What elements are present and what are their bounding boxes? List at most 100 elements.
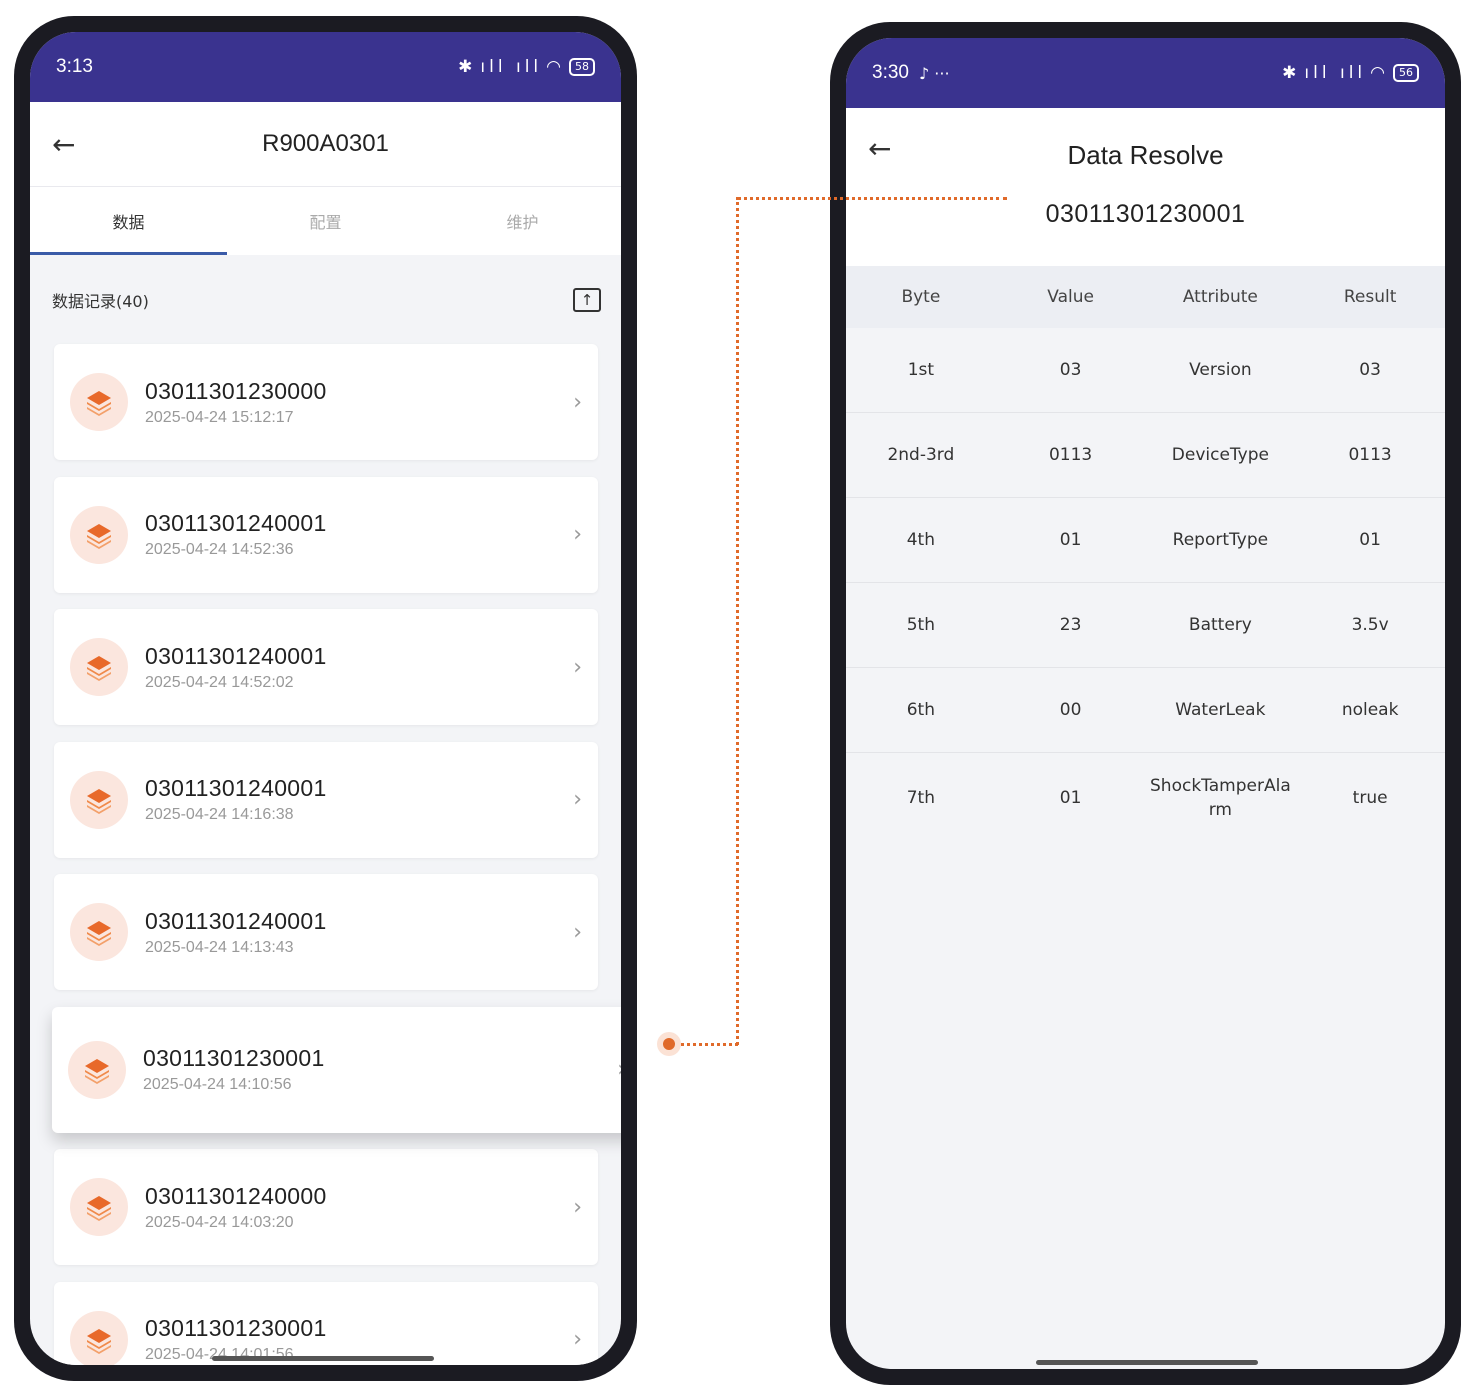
record-date: 2025-04-24 14:52:36 [145,541,294,558]
tab-maintenance[interactable]: 维护 [424,187,621,255]
home-indicator [212,1356,434,1361]
right-screen: 3:30 ♪ ··· ✱ ıll ıll ◠ 56 ← Data Resolve… [846,38,1445,1369]
table-row: 7th 01 ShockTamperAlarm true [846,753,1445,843]
record-date: 2025-04-24 14:10:56 [143,1076,292,1093]
layers-icon [70,1178,128,1236]
record-date: 2025-04-24 14:03:20 [145,1213,294,1231]
status-time: 3:13 [56,56,93,77]
table-row: 4th 01 ReportType 01 [846,498,1445,583]
list-item-text: 03011301230001 2025-04-24 14:10:56 [143,1045,325,1094]
cell-byte: 6th [906,700,935,720]
battery-icon: 56 [1393,64,1419,82]
cell-attribute: ReportType [1172,530,1269,550]
bluetooth-icon: ✱ [458,57,477,77]
page-title: R900A0301 [262,130,389,157]
record-id: 03011301240001 [145,775,327,801]
record-date: 2025-04-24 15:12:17 [145,408,294,426]
status-bar: 3:30 ♪ ··· ✱ ıll ıll ◠ 56 [846,38,1445,108]
cell-byte: 4th [906,530,935,550]
cell-result: 0113 [1348,445,1392,465]
battery-icon: 58 [569,58,595,76]
connector-line [736,197,739,1045]
resolve-table: Byte Value Attribute Result 1st 03 Version… [846,266,1445,843]
table-header: Byte Value Attribute Result [846,266,1445,328]
table-row: 5th 23 Battery 3.5v [846,583,1445,668]
layers-icon [70,373,128,431]
bluetooth-icon: ✱ [1282,63,1301,83]
cell-byte: 2nd-3rd [887,445,955,465]
chevron-right-icon: › [573,389,582,415]
cell-result: 03 [1359,360,1381,380]
status-icons: ✱ ıll ıll ◠ 56 [1282,63,1419,83]
record-id: 03011301230001 [1045,200,1246,228]
list-item-text: 03011301240000 2025-04-24 14:03:20 [145,1183,327,1232]
list-item[interactable]: 03011301230000 2025-04-24 15:12:17 › [54,344,598,460]
record-id: 03011301230001 [143,1045,325,1071]
cell-value: 01 [1059,530,1082,550]
list-item-text: 03011301240001 2025-04-24 14:16:38 [145,775,327,824]
chevron-right-icon: › [573,1327,582,1352]
connector-line [737,197,1007,200]
wifi-icon: ◠ [546,57,565,77]
record-list: 03011301230000 2025-04-24 15:12:17 › 030113… [52,344,621,1365]
record-date: 2025-04-24 14:16:38 [145,806,294,823]
cell-result: 01 [1359,530,1381,550]
list-item[interactable]: 03011301240000 2025-04-24 14:03:20 › [54,1149,598,1265]
col-attribute: Attribute [1182,287,1258,307]
cell-attribute: ShockTamperAlarm [1150,776,1291,820]
cell-attribute: Version [1189,360,1252,380]
list-item[interactable]: 03011301230001 2025-04-24 14:10:56 › [52,1006,621,1133]
record-date: 2025-04-24 14:01:56 [145,1346,294,1363]
cell-byte: 5th [906,615,935,635]
layers-icon [70,505,128,564]
tiktok-icon: ♪ ··· [918,63,950,83]
right-phone: 3:30 ♪ ··· ✱ ıll ıll ◠ 56 ← Data Resolve… [830,22,1461,1385]
cell-result: true [1352,788,1388,808]
chevron-right-icon: › [573,654,582,680]
list-item-text: 03011301240001 2025-04-24 14:52:02 [145,643,327,692]
home-indicator [1036,1360,1258,1365]
record-id: 03011301240001 [145,510,327,536]
back-arrow-icon[interactable]: ← [52,128,75,161]
record-id: 03011301240000 [145,1182,327,1209]
cell-result: noleak [1341,700,1399,720]
col-result: Result [1343,287,1397,307]
app-bar: ← R900A0301 [30,102,621,187]
cell-value: 0113 [1048,445,1093,465]
col-byte: Byte [901,287,941,307]
list-item[interactable]: 03011301240001 2025-04-24 14:13:43 › [54,874,598,990]
cell-value: 01 [1059,788,1082,808]
cell-value: 00 [1059,700,1082,720]
layers-icon [70,903,128,961]
tab-config[interactable]: 配置 [227,187,424,255]
layers-icon [68,1040,126,1099]
signal-icon: ıll ıll [1304,63,1367,83]
left-screen: 3:13 ✱ ıll ıll ◠ 58 ← R900A0301 数据 配置 维护… [30,32,621,1365]
cell-result: 3.5v [1351,615,1389,635]
table-body: 1st 03 Version 03 2nd-3rd 0113 DeviceType 0113 4… [846,328,1445,843]
cell-byte: 1st [907,360,935,380]
layers-icon [70,1310,128,1365]
record-date: 2025-04-24 14:52:02 [145,673,294,691]
list-item-text: 03011301240001 2025-04-24 14:13:43 [145,908,327,957]
list-item[interactable]: 03011301230001 2025-04-24 14:01:56 › [54,1281,598,1365]
chevron-right-icon: › [573,919,582,945]
export-upload-icon[interactable]: ↑ [573,288,601,312]
connector-dot [657,1032,681,1056]
status-bar: 3:13 ✱ ıll ıll ◠ 58 [30,32,621,102]
list-item-text: 03011301230000 2025-04-24 15:12:17 [145,378,327,427]
record-id: 03011301230001 [145,1315,327,1341]
list-item[interactable]: 03011301240001 2025-04-24 14:52:02 › [54,609,598,725]
chevron-right-icon: › [617,1057,621,1082]
app-bar: ← Data Resolve 03011301230001 [846,108,1445,266]
list-item[interactable]: 03011301240001 2025-04-24 14:16:38 › [54,741,598,858]
record-id: 03011301230000 [145,377,327,404]
table-row: 2nd-3rd 0113 DeviceType 0113 [846,413,1445,498]
cell-byte: 7th [906,788,935,808]
chevron-right-icon: › [573,522,582,547]
page-title: Data Resolve [1067,140,1224,170]
record-id: 03011301240001 [145,642,327,669]
list-item[interactable]: 03011301240001 2025-04-24 14:52:36 › [54,476,598,593]
tab-data[interactable]: 数据 [30,187,227,255]
table-row: 6th 00 WaterLeak noleak [846,668,1445,753]
